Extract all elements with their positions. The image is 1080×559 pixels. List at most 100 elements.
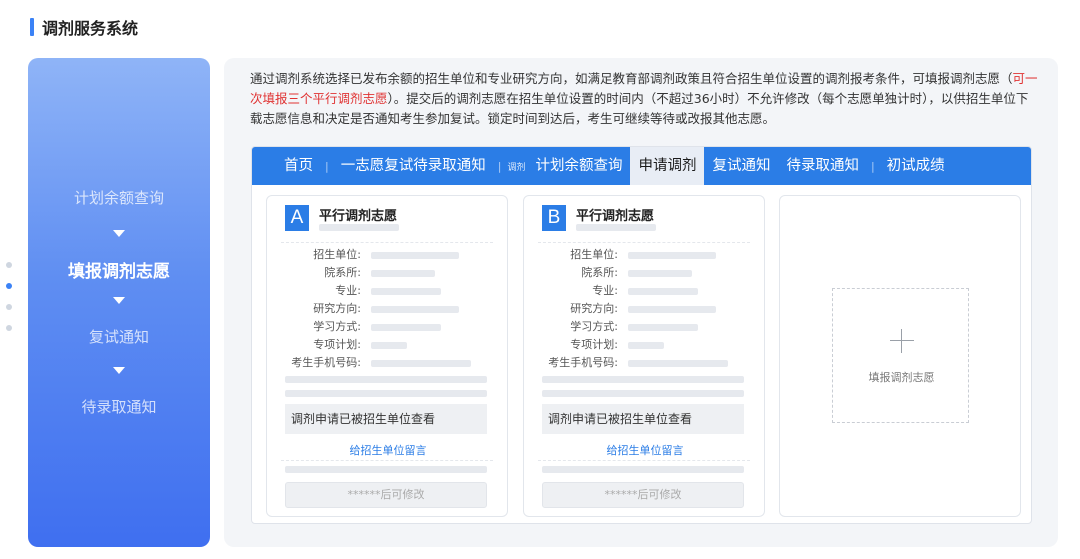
field-row: 考生手机号码: [524, 354, 766, 372]
card-subtitle-placeholder [319, 224, 399, 231]
placeholder-bar [285, 390, 487, 397]
field-value-placeholder [371, 270, 435, 277]
content-panel: 通过调剂系统选择已发布余额的招生单位和专业研究方向，如满足教育部调剂政策且符合招… [224, 58, 1058, 547]
top-nav: 首页 | 一志愿复试待录取通知 | 调剂 计划余额查询 申请调剂 复试通知 待录… [252, 147, 1031, 185]
nav-retest[interactable]: 复试通知 [704, 147, 778, 185]
nav-quota[interactable]: 计划余额查询 [527, 147, 630, 185]
preference-card-b: B 平行调剂志愿 招生单位: 院系所: 专业: 研究方向: 学习方式: 专项计划… [523, 195, 765, 517]
field-row: 招生单位: [267, 246, 509, 264]
field-label: 专业: [592, 284, 618, 297]
field-row: 专项计划: [267, 336, 509, 354]
field-row: 招生单位: [524, 246, 766, 264]
intro-text: 通过调剂系统选择已发布余额的招生单位和专业研究方向，如满足教育部调剂政策且符合招… [250, 69, 1040, 129]
field-value-placeholder [628, 342, 664, 349]
carousel-dot-active[interactable] [6, 283, 12, 289]
page-title: 调剂服务系统 [42, 19, 139, 38]
step-arrow-icon [113, 297, 125, 304]
field-value-placeholder [628, 288, 698, 295]
field-value-placeholder [371, 342, 407, 349]
field-row: 专项计划: [524, 336, 766, 354]
field-label: 研究方向: [570, 302, 618, 315]
field-value-placeholder [628, 270, 692, 277]
field-value-placeholder [628, 252, 716, 259]
step-fill-preference[interactable]: 填报调剂志愿 [28, 257, 210, 282]
field-row: 研究方向: [267, 300, 509, 318]
card-divider [538, 242, 750, 243]
field-label: 招生单位: [570, 248, 618, 261]
nav-tiny-label: 调剂 [507, 162, 526, 173]
field-row: 院系所: [524, 264, 766, 282]
carousel-dot[interactable] [6, 325, 12, 331]
field-value-placeholder [371, 360, 471, 367]
message-unit-link[interactable]: 给招生单位留言 [267, 442, 509, 458]
field-label: 院系所: [581, 266, 618, 279]
field-label: 考生手机号码: [291, 356, 361, 369]
field-label: 学习方式: [313, 320, 361, 333]
app-preview: 首页 | 一志愿复试待录取通知 | 调剂 计划余额查询 申请调剂 复试通知 待录… [251, 146, 1032, 524]
field-label: 考生手机号码: [548, 356, 618, 369]
modify-button[interactable]: ******后可修改 [542, 482, 744, 508]
carousel-dot[interactable] [6, 304, 12, 310]
field-value-placeholder [628, 360, 728, 367]
step-admission-notice[interactable]: 待录取通知 [28, 396, 210, 417]
nav-separator: | [497, 159, 502, 173]
card-title: 平行调剂志愿 [319, 209, 398, 224]
card-divider [538, 460, 750, 461]
status-box: 调剂申请已被招生单位查看 [285, 404, 487, 434]
nav-first-choice[interactable]: 一志愿复试待录取通知 [333, 147, 494, 185]
plus-icon [890, 329, 914, 353]
placeholder-bar [542, 390, 744, 397]
placeholder-bar [542, 466, 744, 473]
field-label: 研究方向: [313, 302, 361, 315]
nav-separator: | [325, 159, 329, 173]
card-title: 平行调剂志愿 [576, 209, 655, 224]
add-preference-card: 填报调剂志愿 [779, 195, 1021, 517]
preference-card-a: A 平行调剂志愿 招生单位: 院系所: 专业: 研究方向: 学习方式: 专项计划… [266, 195, 508, 517]
card-subtitle-placeholder [576, 224, 656, 231]
field-label: 院系所: [324, 266, 361, 279]
field-label: 招生单位: [313, 248, 361, 261]
field-label: 专项计划: [570, 338, 618, 351]
steps-panel: 计划余额查询 填报调剂志愿 复试通知 待录取通知 [28, 58, 210, 547]
field-value-placeholder [371, 288, 441, 295]
field-row: 学习方式: [267, 318, 509, 336]
field-value-placeholder [371, 252, 459, 259]
step-quota-query[interactable]: 计划余额查询 [28, 187, 210, 208]
intro-text-before: 通过调剂系统选择已发布余额的招生单位和专业研究方向，如满足教育部调剂政策且符合招… [250, 71, 1013, 86]
nav-apply[interactable]: 申请调剂 [630, 147, 705, 185]
field-label: 专项计划: [313, 338, 361, 351]
add-preference-button[interactable]: 填报调剂志愿 [832, 288, 969, 423]
card-letter-badge: A [285, 205, 309, 231]
field-row: 学习方式: [524, 318, 766, 336]
page-header: 调剂服务系统 [30, 16, 138, 38]
placeholder-bar [542, 376, 744, 383]
card-divider [281, 460, 493, 461]
field-row: 专业: [267, 282, 509, 300]
nav-pending[interactable]: 待录取通知 [778, 147, 867, 185]
carousel-dots [6, 262, 12, 331]
placeholder-bar [285, 466, 487, 473]
card-divider [281, 242, 493, 243]
carousel-dot[interactable] [6, 262, 12, 268]
nav-separator: | [870, 159, 875, 173]
placeholder-bar [285, 376, 487, 383]
field-row: 专业: [524, 282, 766, 300]
nav-scores[interactable]: 初试成绩 [879, 147, 953, 185]
step-retest-notice[interactable]: 复试通知 [28, 326, 210, 347]
add-preference-label: 填报调剂志愿 [868, 371, 935, 384]
field-row: 院系所: [267, 264, 509, 282]
nav-home[interactable]: 首页 [276, 147, 321, 185]
step-arrow-icon [113, 367, 125, 374]
field-value-placeholder [371, 324, 441, 331]
card-letter-badge: B [542, 205, 566, 231]
message-unit-link[interactable]: 给招生单位留言 [524, 442, 766, 458]
field-row: 考生手机号码: [267, 354, 509, 372]
status-box: 调剂申请已被招生单位查看 [542, 404, 744, 434]
header-accent-bar [30, 18, 34, 36]
modify-button[interactable]: ******后可修改 [285, 482, 487, 508]
step-arrow-icon [113, 230, 125, 237]
field-value-placeholder [628, 306, 716, 313]
field-value-placeholder [371, 306, 459, 313]
field-value-placeholder [628, 324, 698, 331]
field-label: 学习方式: [570, 320, 618, 333]
